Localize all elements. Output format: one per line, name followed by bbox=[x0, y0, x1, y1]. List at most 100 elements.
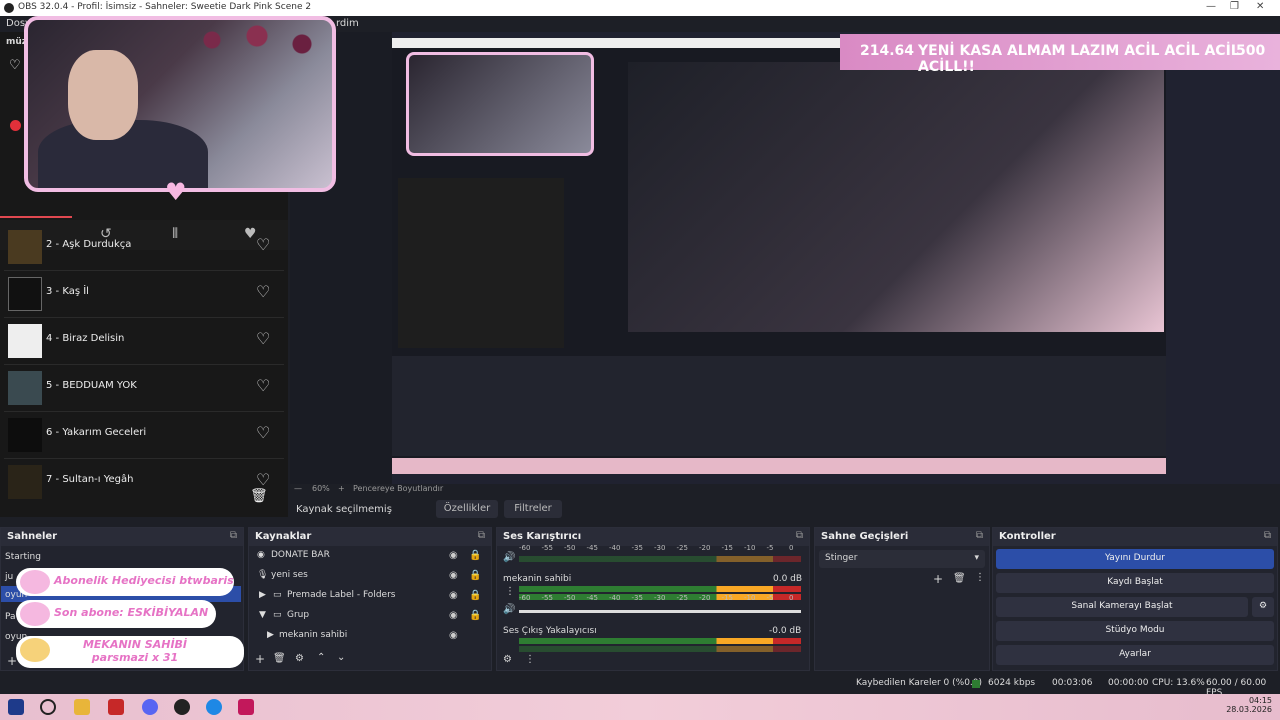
lock-icon[interactable]: 🔒 bbox=[469, 570, 481, 581]
alert-text: Son abone: ESKİBİYALAN bbox=[54, 606, 209, 619]
scene-item[interactable]: Pa bbox=[5, 612, 16, 622]
like-heart-icon[interactable]: ♡ bbox=[256, 470, 270, 489]
track-item[interactable]: 2 - Aşk Durdukça ♡ bbox=[0, 226, 288, 270]
like-heart-icon[interactable]: ♡ bbox=[256, 235, 270, 254]
speaker-icon[interactable]: 🔊 bbox=[503, 604, 515, 615]
maximize-button[interactable]: ❐ bbox=[1230, 1, 1239, 12]
donation-amount: 214.64 bbox=[860, 43, 915, 59]
browser-icon[interactable] bbox=[206, 699, 222, 715]
advanced-audio-icon[interactable]: ⚙ bbox=[503, 654, 512, 665]
close-button[interactable]: ✕ bbox=[1256, 1, 1264, 12]
undock-icon[interactable]: ⧉ bbox=[230, 530, 237, 541]
lock-icon[interactable]: 🔒 bbox=[469, 550, 481, 561]
start-recording-button[interactable]: Kaydı Başlat bbox=[996, 573, 1274, 593]
add-source-icon[interactable]: + bbox=[255, 652, 265, 666]
cpu-usage: CPU: 13.6% bbox=[1152, 678, 1205, 688]
discord-icon[interactable] bbox=[142, 699, 158, 715]
alert-text: Abonelik Hediyecisi btwbaris bbox=[54, 574, 234, 587]
eye-icon[interactable]: ◉ bbox=[449, 630, 458, 641]
album-art bbox=[8, 324, 42, 358]
eye-icon[interactable]: ◉ bbox=[449, 570, 458, 581]
source-item[interactable]: Premade Label - Folders bbox=[287, 590, 395, 600]
volume-slider[interactable] bbox=[519, 610, 801, 613]
lock-icon[interactable]: 🔒 bbox=[469, 590, 481, 601]
trash-icon[interactable]: 🗑 bbox=[250, 488, 268, 504]
dropped-frames: Kaybedilen Kareler 0 (%0.0) bbox=[856, 678, 983, 688]
track-item[interactable]: 3 - Kaş İl ♡ bbox=[0, 273, 288, 317]
remove-source-icon[interactable]: 🗑 bbox=[273, 653, 286, 664]
source-settings-icon[interactable]: ⚙ bbox=[295, 653, 304, 664]
remove-transition-icon[interactable]: 🗑 bbox=[953, 573, 966, 584]
stream-time: 00:03:06 bbox=[1052, 678, 1093, 688]
start-icon[interactable] bbox=[8, 699, 24, 715]
track-item[interactable]: 4 - Biraz Delisin ♡ bbox=[0, 320, 288, 364]
app-icon[interactable] bbox=[108, 699, 124, 715]
db-scale-label: -35 bbox=[631, 544, 643, 552]
undock-icon[interactable]: ⧉ bbox=[796, 530, 803, 541]
transition-select[interactable]: Stinger ▾ bbox=[819, 550, 985, 568]
speaker-icon[interactable]: 🔊 bbox=[503, 552, 515, 563]
source-item[interactable]: mekanin sahibi bbox=[279, 630, 347, 640]
obs-icon[interactable] bbox=[174, 699, 190, 715]
add-transition-icon[interactable]: + bbox=[933, 572, 943, 586]
like-heart-icon[interactable]: ♡ bbox=[256, 423, 270, 442]
donation-goal-overlay: 214.64 YENİ KASA ALMAM LAZIM ACİL ACİL A… bbox=[840, 34, 1280, 75]
scene-item[interactable]: Starting bbox=[5, 552, 41, 562]
eye-icon[interactable]: ◉ bbox=[449, 550, 458, 561]
lock-icon[interactable]: 🔒 bbox=[469, 610, 481, 621]
stop-streaming-button[interactable]: Yayını Durdur bbox=[996, 549, 1274, 569]
db-scale: -60 -55 -50 -45 -40 -35 -30 -25 -20 -15 -10 -5 0 bbox=[519, 544, 799, 554]
start-virtual-camera-button[interactable]: Sanal Kamerayı Başlat bbox=[996, 597, 1248, 617]
minimize-button[interactable]: — bbox=[1206, 1, 1216, 12]
zoom-in-button[interactable]: + bbox=[338, 484, 345, 493]
heart-badge-icon bbox=[20, 570, 50, 594]
track-item[interactable]: 7 - Sultan-ı Yegâh ♡ bbox=[0, 461, 288, 505]
transition-menu-icon[interactable]: ⋮ bbox=[975, 572, 985, 583]
file-explorer-icon[interactable] bbox=[74, 699, 90, 715]
track-item[interactable]: 6 - Yakarım Geceleri ♡ bbox=[0, 414, 288, 458]
mixer-menu-icon[interactable]: ⋮ bbox=[525, 654, 535, 665]
source-item[interactable]: yeni ses bbox=[271, 570, 308, 580]
expand-arrow-icon[interactable]: ▼ bbox=[259, 610, 266, 620]
app-icon[interactable] bbox=[238, 699, 254, 715]
folder-icon: ▭ bbox=[273, 610, 282, 620]
divider bbox=[4, 364, 284, 365]
studio-mode-button[interactable]: Stüdyo Modu bbox=[996, 621, 1274, 641]
preview-toolbar: — 60% + Pencereye Boyutlandır bbox=[290, 484, 1280, 498]
menu-help[interactable]: rdim bbox=[336, 18, 359, 29]
track-item[interactable]: 5 - BEDDUAM YOK ♡ bbox=[0, 367, 288, 411]
track-title: 2 - Aşk Durdukça bbox=[46, 239, 132, 250]
search-icon[interactable] bbox=[40, 699, 56, 715]
controls-header: Kontroller ⧉ bbox=[993, 528, 1277, 546]
channel-menu-icon[interactable]: ⋮ bbox=[505, 586, 515, 597]
settings-button[interactable]: Ayarlar bbox=[996, 645, 1274, 665]
undock-icon[interactable]: ⧉ bbox=[478, 530, 485, 541]
db-scale-label: -35 bbox=[631, 594, 643, 602]
track-title: 7 - Sultan-ı Yegâh bbox=[46, 474, 134, 485]
properties-button[interactable]: Özellikler bbox=[436, 500, 498, 518]
transition-value: Stinger bbox=[825, 553, 858, 563]
zoom-out-button[interactable]: — bbox=[294, 484, 302, 493]
undock-icon[interactable]: ⧉ bbox=[1264, 530, 1271, 541]
source-item[interactable]: DONATE BAR bbox=[271, 550, 330, 560]
undock-icon[interactable]: ⧉ bbox=[976, 530, 983, 541]
source-item[interactable]: Grup bbox=[287, 610, 309, 620]
nested-recursive-view bbox=[628, 62, 1164, 332]
nested-music-list bbox=[398, 178, 564, 348]
expand-arrow-icon[interactable]: ▶ bbox=[259, 590, 266, 600]
eye-icon[interactable]: ◉ bbox=[449, 610, 458, 621]
filters-button[interactable]: Filtreler bbox=[504, 500, 562, 518]
button-label: Ayarlar bbox=[1119, 649, 1151, 659]
move-up-icon[interactable]: ⌃ bbox=[317, 652, 325, 663]
system-clock[interactable]: 04:15 28.03.2026 bbox=[1226, 696, 1272, 714]
like-heart-icon[interactable]: ♡ bbox=[256, 329, 270, 348]
like-heart-icon[interactable]: ♡ bbox=[256, 282, 270, 301]
virtual-camera-settings-icon[interactable]: ⚙ bbox=[1252, 597, 1274, 617]
eye-icon[interactable]: ◉ bbox=[449, 590, 458, 601]
move-down-icon[interactable]: ⌄ bbox=[337, 652, 345, 663]
like-heart-icon[interactable]: ♡ bbox=[256, 376, 270, 395]
scene-item[interactable]: ju bbox=[5, 572, 13, 582]
webcam-person-face bbox=[68, 50, 138, 140]
resize-select[interactable]: Pencereye Boyutlandır bbox=[353, 484, 443, 493]
favorite-heart-icon[interactable]: ♡ bbox=[9, 58, 21, 73]
